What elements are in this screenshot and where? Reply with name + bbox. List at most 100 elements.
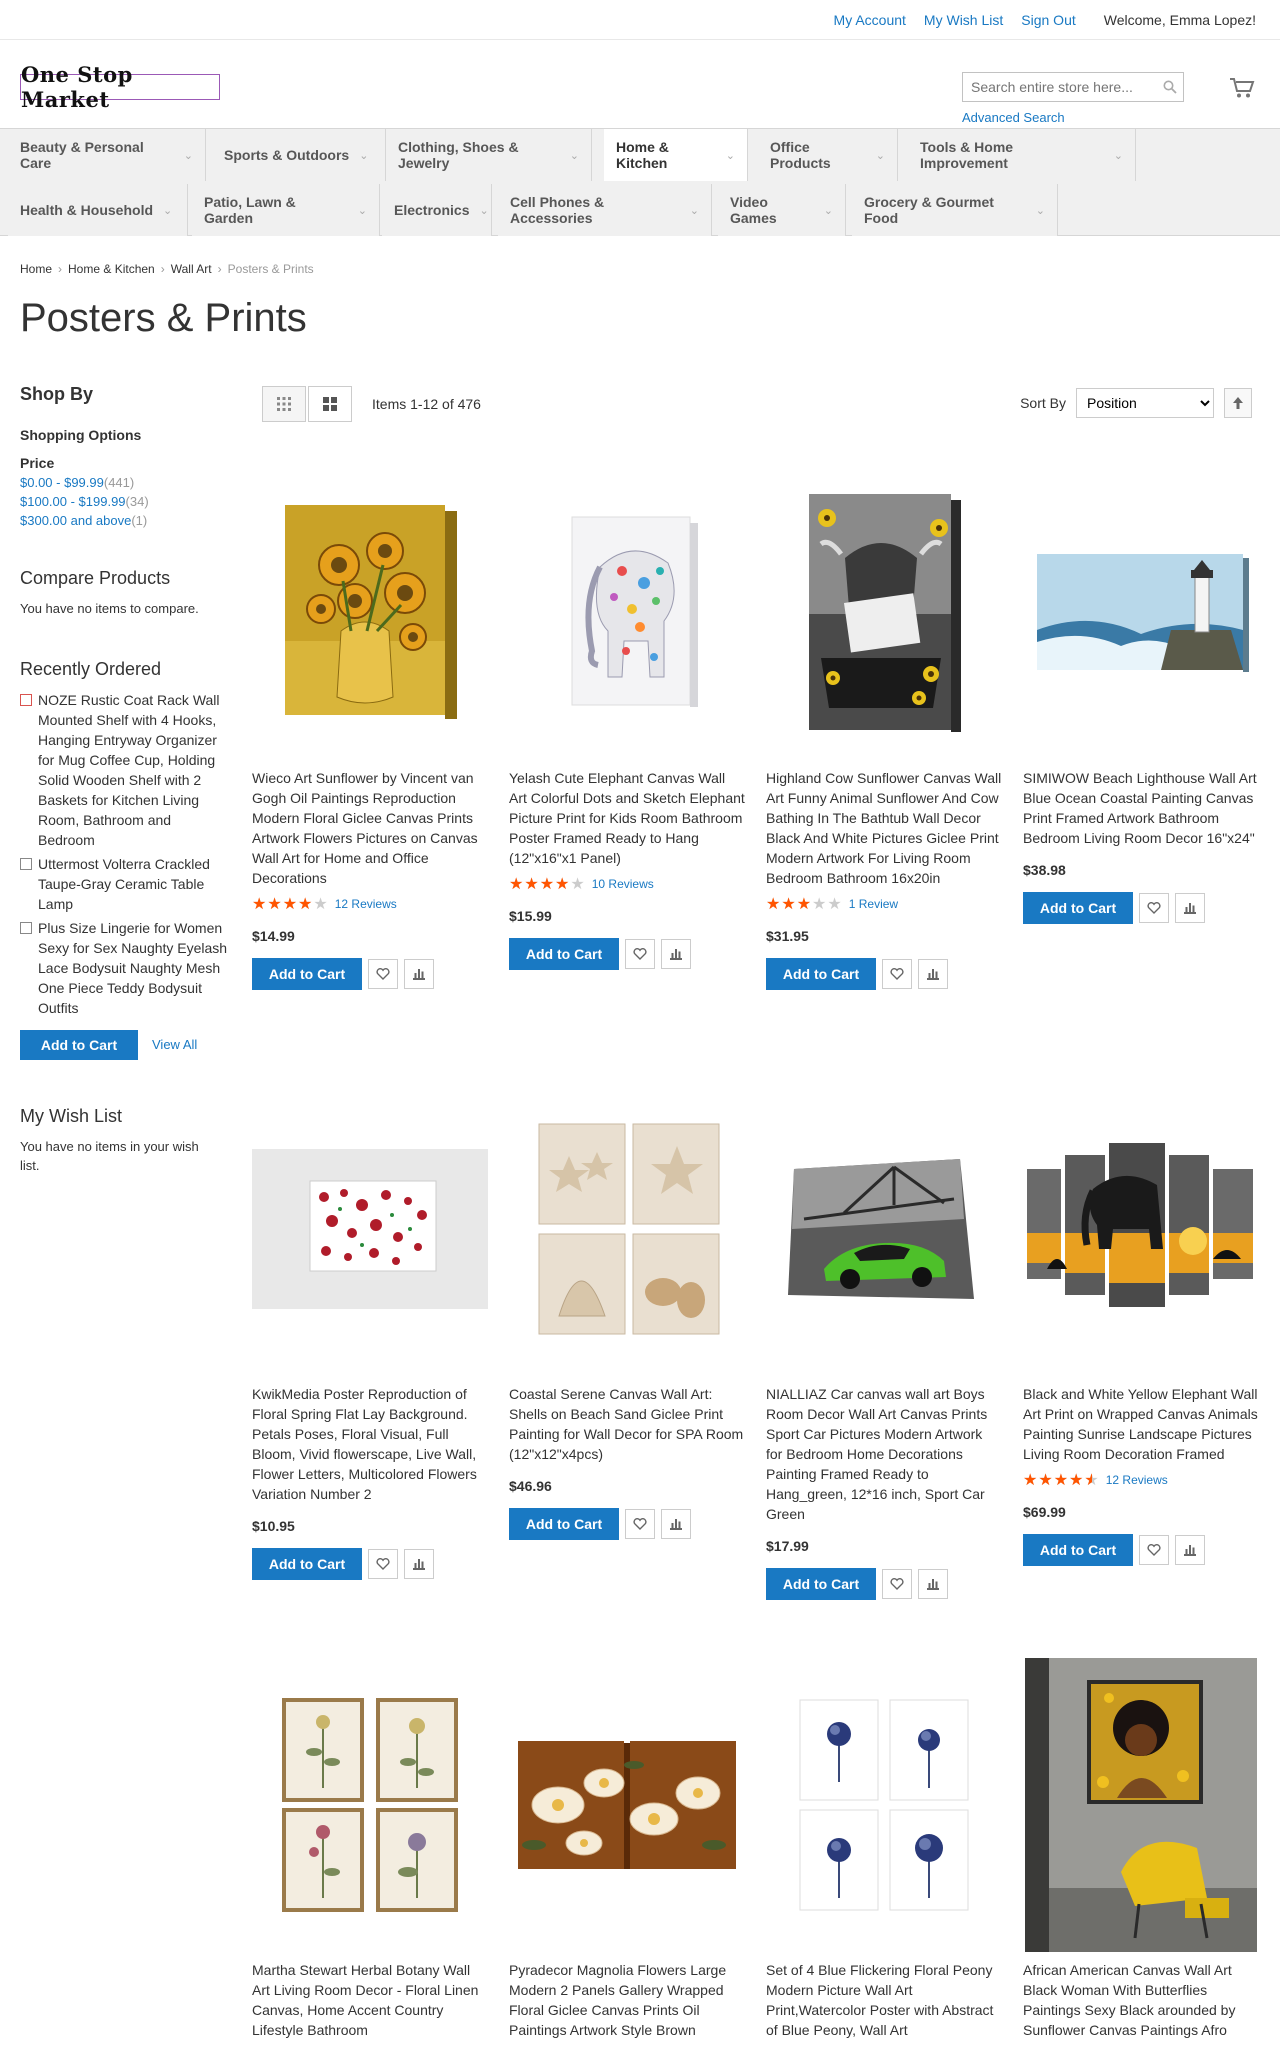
breadcrumb-home[interactable]: Home <box>20 262 52 276</box>
my-wishlist-link[interactable]: My Wish List <box>924 10 1003 30</box>
reviews-link[interactable]: 12 Reviews <box>1106 1473 1168 1487</box>
add-to-compare-button[interactable] <box>1175 1535 1205 1565</box>
breadcrumb-home-kitchen[interactable]: Home & Kitchen <box>68 262 155 276</box>
add-to-cart-button[interactable]: Add to Cart <box>509 938 619 970</box>
add-to-wishlist-button[interactable] <box>882 959 912 989</box>
product-image[interactable] <box>509 1658 745 1952</box>
add-to-wishlist-button[interactable] <box>882 1569 912 1599</box>
reviews-link[interactable]: 12 Reviews <box>335 897 397 911</box>
recent-item-checkbox[interactable] <box>20 921 32 934</box>
add-to-cart-button[interactable]: Add to Cart <box>766 958 876 990</box>
add-to-compare-button[interactable] <box>661 939 691 969</box>
price-filter-option[interactable]: $300.00 and above(1) <box>20 513 230 528</box>
reviews-link[interactable]: 1 Review <box>849 897 898 911</box>
add-to-wishlist-button[interactable] <box>368 959 398 989</box>
search-input[interactable] <box>963 73 1157 101</box>
sort-select[interactable]: Position <box>1076 388 1214 418</box>
elephant-sunset-print-image <box>1027 1143 1253 1307</box>
add-to-cart-button[interactable]: Add to Cart <box>1023 892 1133 924</box>
chevron-down-icon: ⌄ <box>875 149 885 162</box>
breadcrumb-wall-art[interactable]: Wall Art <box>171 262 212 276</box>
product-actions: Add to Cart <box>1023 1534 1259 1566</box>
recent-item-name[interactable]: NOZE Rustic Coat Rack Wall Mounted Shelf… <box>38 690 230 850</box>
add-to-wishlist-button[interactable] <box>625 1509 655 1539</box>
product-name[interactable]: Black and White Yellow Elephant Wall Art… <box>1023 1384 1259 1464</box>
rating-stars-fill: ★★★★★ <box>766 896 813 913</box>
nav-home-kitchen[interactable]: Home & Kitchen ⌄ <box>604 129 748 181</box>
view-all-link[interactable]: View All <box>152 1037 197 1052</box>
product-image[interactable] <box>766 466 1002 760</box>
heart-icon <box>633 948 647 960</box>
product-name[interactable]: Wieco Art Sunflower by Vincent van Gogh … <box>252 768 488 888</box>
add-to-compare-button[interactable] <box>918 959 948 989</box>
add-to-compare-button[interactable] <box>661 1509 691 1539</box>
add-to-wishlist-button[interactable] <box>1139 893 1169 923</box>
nav-office-products[interactable]: Office Products ⌄ <box>758 129 898 181</box>
nav-beauty-personal-care[interactable]: Beauty & Personal Care ⌄ <box>8 129 206 181</box>
sign-out-link[interactable]: Sign Out <box>1021 10 1075 30</box>
product-image[interactable] <box>252 1658 488 1952</box>
product-image[interactable] <box>766 1082 1002 1376</box>
recent-item-name[interactable]: Plus Size Lingerie for Women Sexy for Se… <box>38 918 230 1018</box>
nav-tools-home-improvement[interactable]: Tools & Home Improvement ⌄ <box>908 129 1136 181</box>
recent-item-checkbox[interactable] <box>20 693 32 706</box>
add-to-wishlist-button[interactable] <box>625 939 655 969</box>
nav-cell-phones-accessories[interactable]: Cell Phones & Accessories ⌄ <box>498 184 712 236</box>
product-image[interactable] <box>1023 1658 1259 1952</box>
product-image[interactable] <box>509 1082 745 1376</box>
welcome-message: Welcome, Emma Lopez! <box>1103 11 1256 28</box>
arrow-up-icon <box>1233 397 1243 409</box>
add-to-cart-button[interactable]: Add to Cart <box>252 1548 362 1580</box>
add-to-cart-button[interactable]: Add to Cart <box>1023 1534 1133 1566</box>
my-account-link[interactable]: My Account <box>834 10 906 30</box>
minicart-button[interactable] <box>1226 74 1258 102</box>
product-name[interactable]: SIMIWOW Beach Lighthouse Wall Art Blue O… <box>1023 768 1259 848</box>
nav-electronics[interactable]: Electronics ⌄ <box>382 184 492 236</box>
sort-direction-button[interactable] <box>1224 388 1252 418</box>
product-name[interactable]: Martha Stewart Herbal Botany Wall Art Li… <box>252 1960 488 2040</box>
add-to-compare-button[interactable] <box>404 959 434 989</box>
search-button[interactable] <box>1157 73 1183 101</box>
shop-by-title: Shop By <box>20 384 94 404</box>
nav-patio-lawn-garden[interactable]: Patio, Lawn & Garden ⌄ <box>192 184 380 236</box>
nav-video-games[interactable]: Video Games ⌄ <box>718 184 846 236</box>
add-to-compare-button[interactable] <box>404 1549 434 1579</box>
nav-health-household[interactable]: Health & Household ⌄ <box>8 184 188 236</box>
product-image[interactable] <box>766 1658 1002 1952</box>
list-mode-button[interactable] <box>308 386 352 422</box>
product-image[interactable] <box>252 466 488 760</box>
product-name[interactable]: NIALLIAZ Car canvas wall art Boys Room D… <box>766 1384 1002 1524</box>
product-image[interactable] <box>252 1082 488 1376</box>
add-to-cart-button[interactable]: Add to Cart <box>766 1568 876 1600</box>
recent-item-checkbox[interactable] <box>20 857 32 870</box>
add-recent-to-cart-button[interactable]: Add to Cart <box>20 1029 138 1060</box>
price-filter-option[interactable]: $100.00 - $199.99(34) <box>20 494 230 509</box>
advanced-search-link[interactable]: Advanced Search <box>962 110 1065 125</box>
add-to-compare-button[interactable] <box>918 1569 948 1599</box>
price-filter-option[interactable]: $0.00 - $99.99(441) <box>20 475 230 490</box>
product-image[interactable] <box>1023 1082 1259 1376</box>
product-name[interactable]: KwikMedia Poster Reproduction of Floral … <box>252 1384 488 1504</box>
product-image[interactable] <box>1023 466 1259 760</box>
reviews-link[interactable]: 10 Reviews <box>592 877 654 891</box>
add-to-wishlist-button[interactable] <box>368 1549 398 1579</box>
grid-mode-button[interactable] <box>262 386 306 422</box>
product-name[interactable]: African American Canvas Wall Art Black W… <box>1023 1960 1259 2040</box>
store-logo[interactable]: One Stop Market <box>20 62 220 112</box>
add-to-wishlist-button[interactable] <box>1139 1535 1169 1565</box>
nav-grocery-gourmet-food[interactable]: Grocery & Gourmet Food ⌄ <box>852 184 1058 236</box>
recent-item-name[interactable]: Uttermost Volterra Crackled Taupe-Gray C… <box>38 854 230 914</box>
nav-clothing-shoes-jewelry[interactable]: Clothing, Shoes & Jewelry ⌄ <box>386 129 592 181</box>
add-to-cart-button[interactable]: Add to Cart <box>509 1508 619 1540</box>
nav-sports-outdoors[interactable]: Sports & Outdoors ⌄ <box>212 129 386 181</box>
product-image[interactable] <box>509 466 745 760</box>
product-name[interactable]: Highland Cow Sunflower Canvas Wall Art F… <box>766 768 1002 888</box>
add-to-compare-button[interactable] <box>1175 893 1205 923</box>
product-item: Pyradecor Magnolia Flowers Large Modern … <box>509 1658 745 2040</box>
product-name[interactable]: Set of 4 Blue Flickering Floral Peony Mo… <box>766 1960 1002 2040</box>
product-name[interactable]: Yelash Cute Elephant Canvas Wall Art Col… <box>509 768 745 868</box>
product-name[interactable]: Pyradecor Magnolia Flowers Large Modern … <box>509 1960 745 2040</box>
cart-icon <box>1230 78 1255 98</box>
add-to-cart-button[interactable]: Add to Cart <box>252 958 362 990</box>
product-name[interactable]: Coastal Serene Canvas Wall Art: Shells o… <box>509 1384 745 1464</box>
